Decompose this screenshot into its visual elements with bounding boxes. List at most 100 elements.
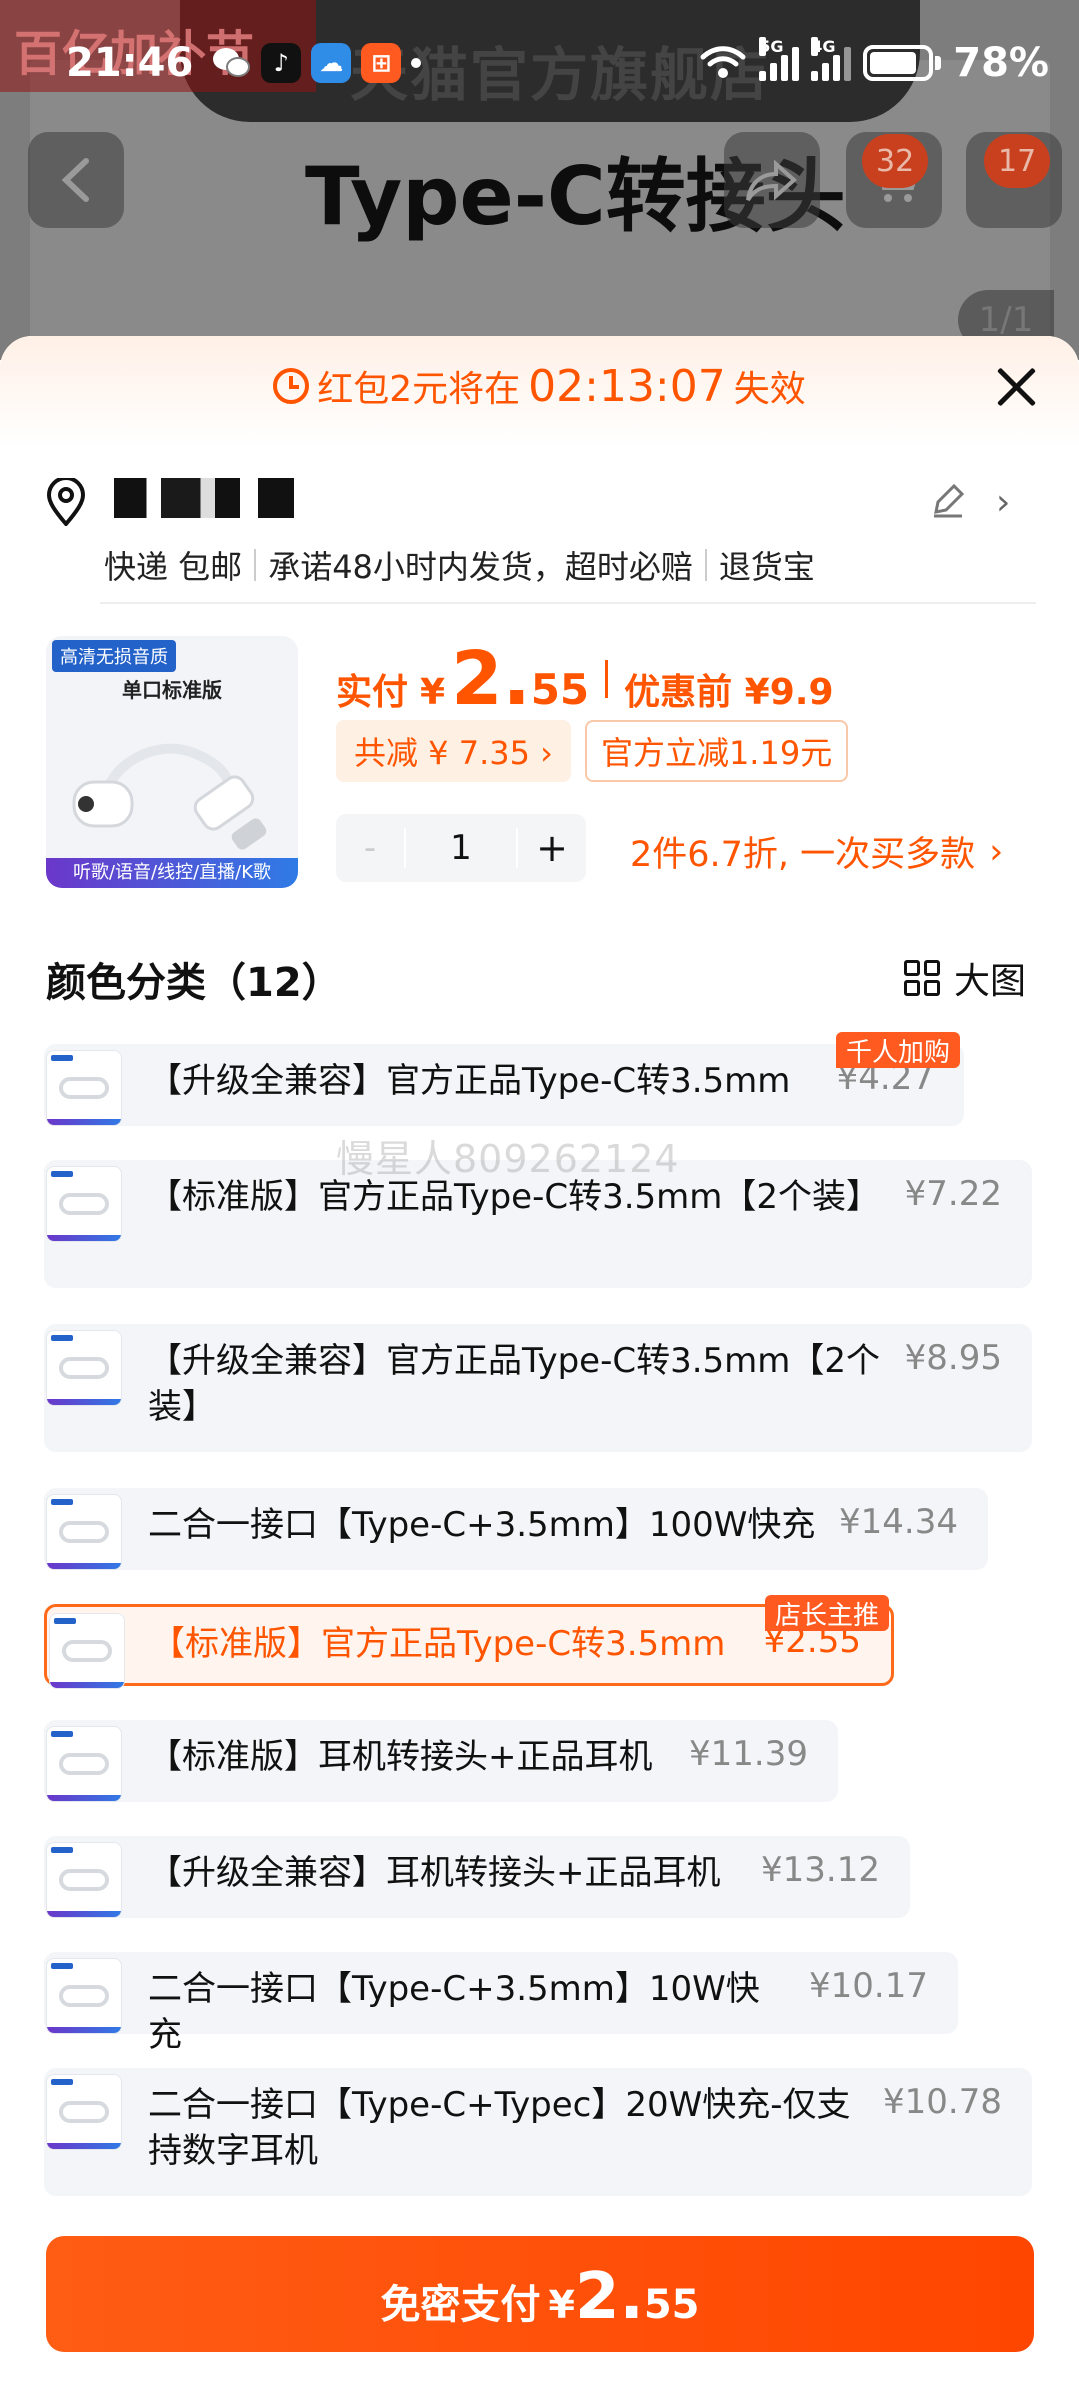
original-price: 优惠前 ¥9.9	[624, 672, 834, 713]
service-promise: 承诺48小时内发货，超时必赔	[268, 548, 693, 586]
battery-percentage: 78%	[953, 39, 1049, 86]
separator	[254, 549, 257, 581]
price-label: 实付	[336, 672, 409, 713]
option-name: 二合一接口【Type-C+Typec】20W快充-仅支持数字耳机	[148, 2085, 851, 2171]
option-name: 【升级全兼容】官方正品Type-C转3.5mm【2个装】	[148, 1341, 881, 1427]
service-shipping: 快递 包邮	[104, 548, 243, 586]
option-name: 【升级全兼容】耳机转接头+正品耳机	[148, 1853, 721, 1893]
delivery-services: 快递 包邮 承诺48小时内发货，超时必赔 退货宝	[104, 542, 815, 588]
thumbnail-footer: 听歌/语音/线控/直播/K歌	[46, 858, 298, 888]
option-name: 二合一接口【Type-C+3.5mm】100W快充	[148, 1505, 816, 1545]
price-currency: ¥	[420, 672, 446, 713]
back-button[interactable]	[28, 132, 124, 228]
countdown-suffix: 失效	[733, 369, 806, 410]
quantity-plus-button[interactable]: +	[518, 826, 586, 870]
quantity-stepper: - 1 +	[336, 814, 586, 882]
final-price: 实付 ¥ 2. 55 优惠前 ¥9.9	[336, 636, 834, 722]
countdown-prefix: 红包2元将在	[317, 369, 521, 410]
cart-badge: 32	[862, 134, 929, 188]
option-thumbnail	[49, 1613, 125, 1689]
official-discount-tag: 官方立减1.19元	[584, 720, 849, 782]
edit-icon[interactable]	[928, 480, 968, 520]
countdown-timer: 02:13:07	[528, 360, 726, 412]
signal-4g-icon: 4G	[811, 36, 852, 81]
big-view-label: 大图	[954, 961, 1027, 1002]
pay-integer: 2.	[574, 2260, 644, 2334]
option-item-selected[interactable]: 【标准版】官方正品Type-C转3.5mm ¥2.55 店长主推	[44, 1595, 894, 1689]
signal-5g-icon: 5G	[759, 36, 800, 81]
divider	[100, 602, 1036, 604]
share-button[interactable]	[724, 132, 820, 228]
option-thumbnail	[46, 1330, 122, 1406]
weather-icon: ☁	[311, 42, 352, 83]
option-thumbnail	[46, 1726, 122, 1802]
option-item[interactable]: 二合一接口【Type-C+Typec】20W快充-仅支持数字耳机 ¥10.78	[44, 2068, 1032, 2196]
separator	[704, 549, 707, 581]
more-badge: 17	[984, 134, 1051, 188]
user-watermark: 慢星人809262124	[336, 1137, 680, 1181]
password-free-pay-button[interactable]: 免密支付 ¥ 2. 55	[46, 2236, 1034, 2352]
address-name-redacted	[114, 478, 294, 518]
option-thumbnail	[46, 2074, 122, 2150]
option-item[interactable]: 【升级全兼容】官方正品Type-C转3.5mm ¥4.27 千人加购	[44, 1032, 964, 1126]
option-thumbnail	[46, 1842, 122, 1918]
chevron-left-icon	[61, 158, 89, 202]
service-return: 退货宝	[718, 548, 815, 586]
status-right: 5G 4G 78%	[699, 36, 1049, 86]
notification-icons: ♪ ☁ ⊞	[211, 42, 422, 83]
option-thumbnail	[46, 1050, 122, 1126]
option-item[interactable]: 【标准版】耳机转接头+正品耳机 ¥11.39	[44, 1720, 838, 1802]
option-item[interactable]: 【升级全兼容】耳机转接头+正品耳机 ¥13.12	[44, 1836, 910, 1918]
option-price: ¥11.39	[689, 1734, 808, 1774]
multi-buy-label: 2件6.7折, 一次买多款	[630, 835, 976, 875]
clock-icon	[273, 368, 310, 404]
price-integer: 2.	[451, 636, 531, 722]
option-name: 【标准版】官方正品Type-C转3.5mm	[151, 1624, 726, 1664]
option-thumbnail	[46, 1958, 122, 2034]
adapter-image	[72, 743, 267, 850]
option-name: 【标准版】耳机转接头+正品耳机	[148, 1737, 653, 1777]
price-decimal: 55	[530, 665, 590, 714]
status-time: 21:46	[66, 39, 194, 86]
price-separator	[605, 660, 609, 698]
options-header: 颜色分类（12）	[46, 960, 342, 1006]
option-item[interactable]: 二合一接口【Type-C+3.5mm】100W快充 ¥14.34	[44, 1488, 988, 1570]
pay-currency: ¥	[548, 2283, 575, 2327]
discount-tags: 共减 ¥ 7.35 › 官方立减1.19元	[336, 720, 849, 782]
quantity-minus-button[interactable]: -	[336, 828, 404, 868]
battery-icon	[863, 44, 934, 81]
big-view-toggle[interactable]: 大图	[904, 952, 1026, 1004]
wechat-icon	[211, 43, 251, 83]
saving-tag[interactable]: 共减 ¥ 7.35 ›	[336, 720, 571, 782]
grid-icon	[904, 960, 940, 996]
share-icon	[746, 159, 798, 202]
coupon-countdown: 红包2元将在 02:13:07 失效	[0, 360, 1079, 412]
option-price: ¥14.34	[839, 1502, 958, 1542]
option-tag: 千人加购	[836, 1032, 961, 1068]
option-thumbnail	[46, 1494, 122, 1570]
taobao-icon: ⊞	[361, 42, 402, 83]
option-name: 二合一接口【Type-C+3.5mm】10W快充	[148, 1969, 760, 2055]
multi-buy-offer[interactable]: 2件6.7折, 一次买多款 ›	[630, 826, 1003, 877]
option-tag: 店长主推	[765, 1595, 890, 1631]
option-price: ¥10.78	[883, 2082, 1002, 2122]
option-price: ¥10.17	[809, 1966, 928, 2006]
more-notifications-dot	[411, 57, 422, 68]
chevron-right-icon[interactable]: ›	[996, 482, 1010, 523]
option-name: 【升级全兼容】官方正品Type-C转3.5mm	[148, 1061, 791, 1101]
option-item[interactable]: 【升级全兼容】官方正品Type-C转3.5mm【2个装】 ¥8.95	[44, 1324, 1032, 1452]
shipping-address[interactable]: › 快递 包邮 承诺48小时内发货，超时必赔 退货宝	[46, 470, 1036, 586]
quantity-value[interactable]: 1	[404, 828, 518, 868]
product-thumbnail[interactable]: 高清无损音质 单口标准版 听歌/语音/线控/直播/K歌	[46, 636, 298, 888]
option-price: ¥8.95	[904, 1338, 1002, 1378]
option-item[interactable]: 二合一接口【Type-C+3.5mm】10W快充 ¥10.17	[44, 1952, 958, 2055]
close-icon[interactable]	[992, 362, 1042, 412]
pay-label: 免密支付	[380, 2282, 541, 2328]
wifi-icon	[700, 45, 746, 78]
battery-tip	[935, 55, 942, 70]
tiktok-icon: ♪	[261, 42, 302, 83]
sku-selection-sheet: 红包2元将在 02:13:07 失效 › 快递 包邮 承诺48小时内发货，超时必…	[0, 336, 1079, 2400]
status-bar: 21:46 ♪ ☁ ⊞ 5G 4G 78%	[0, 0, 1079, 125]
pay-decimal: 55	[643, 2282, 700, 2328]
option-price: ¥13.12	[761, 1850, 880, 1890]
